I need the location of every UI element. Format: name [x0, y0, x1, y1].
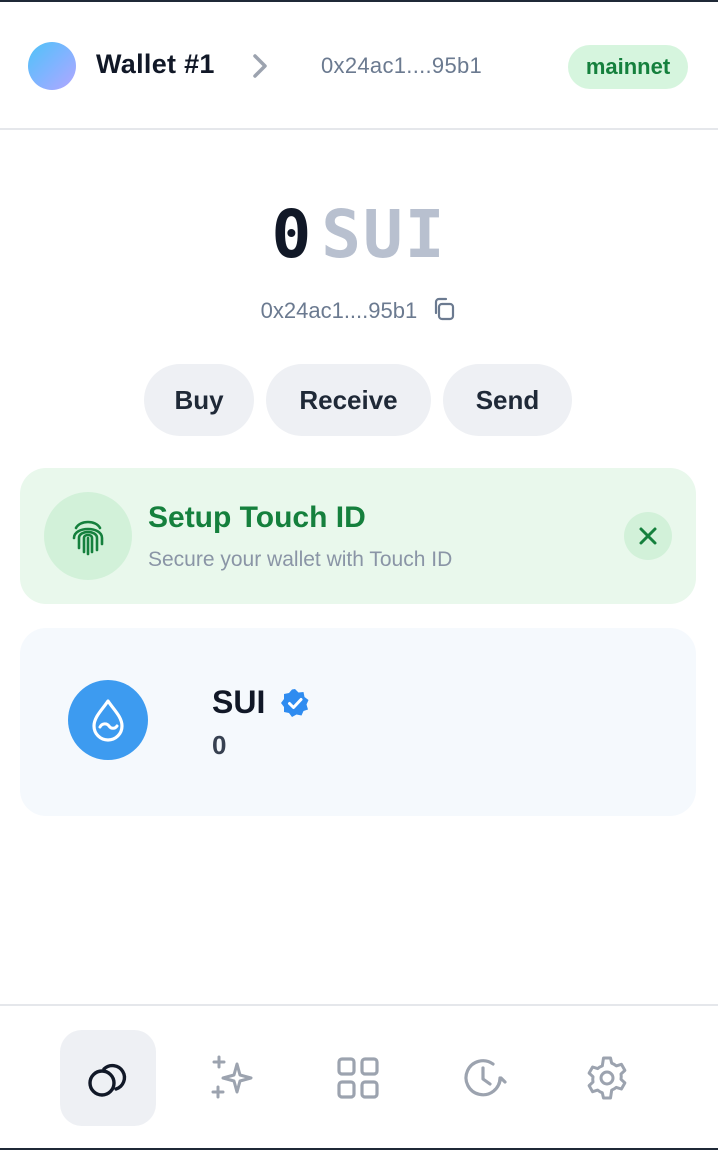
bottom-nav	[0, 1004, 718, 1148]
header-address[interactable]: 0x24ac1....95b1	[321, 53, 482, 79]
sui-token-logo	[68, 680, 148, 760]
wallet-avatar[interactable]	[28, 42, 76, 90]
asset-card[interactable]: SUI 0	[20, 628, 696, 816]
address-row: 0x24ac1....95b1	[0, 296, 718, 324]
asset-symbol: SUI	[212, 684, 266, 720]
touch-id-banner[interactable]: Setup Touch ID Secure your wallet with T…	[20, 468, 696, 604]
tokens-icon	[88, 1063, 127, 1097]
network-badge[interactable]: mainnet	[568, 45, 688, 89]
nav-apps[interactable]	[185, 1030, 281, 1126]
nav-settings[interactable]	[559, 1030, 655, 1126]
history-icon	[464, 1059, 507, 1097]
fingerprint-badge	[44, 492, 132, 580]
balance-unit: SUI	[321, 196, 447, 273]
balance-display: 0 SUI	[0, 196, 718, 273]
touch-id-subtitle: Secure your wallet with Touch ID	[148, 548, 453, 571]
wallet-name[interactable]: Wallet #1	[96, 49, 215, 80]
nav-activity[interactable]	[435, 1030, 531, 1126]
close-icon	[639, 527, 657, 545]
gear-icon	[587, 1056, 627, 1100]
action-buttons: Buy Receive Send	[0, 364, 718, 436]
wallet-address[interactable]: 0x24ac1....95b1	[261, 298, 418, 323]
grid-icon	[337, 1057, 379, 1099]
sui-drop-icon	[92, 699, 124, 742]
balance-amount: 0	[271, 196, 314, 273]
sparkles-icon	[211, 1055, 253, 1099]
close-button[interactable]	[624, 512, 672, 560]
verified-badge-icon	[281, 689, 309, 717]
nav-tokens[interactable]	[60, 1030, 156, 1126]
touch-id-title: Setup Touch ID	[148, 501, 366, 534]
asset-balance: 0	[212, 730, 227, 760]
nav-assets[interactable]	[310, 1030, 406, 1126]
header: Wallet #1 0x24ac1....95b1 mainnet	[0, 2, 718, 130]
receive-button[interactable]: Receive	[266, 364, 431, 436]
copy-icon[interactable]	[431, 296, 457, 322]
chevron-right-icon[interactable]	[246, 49, 274, 83]
fingerprint-icon	[72, 520, 104, 556]
send-button[interactable]: Send	[443, 364, 572, 436]
buy-button[interactable]: Buy	[144, 364, 254, 436]
